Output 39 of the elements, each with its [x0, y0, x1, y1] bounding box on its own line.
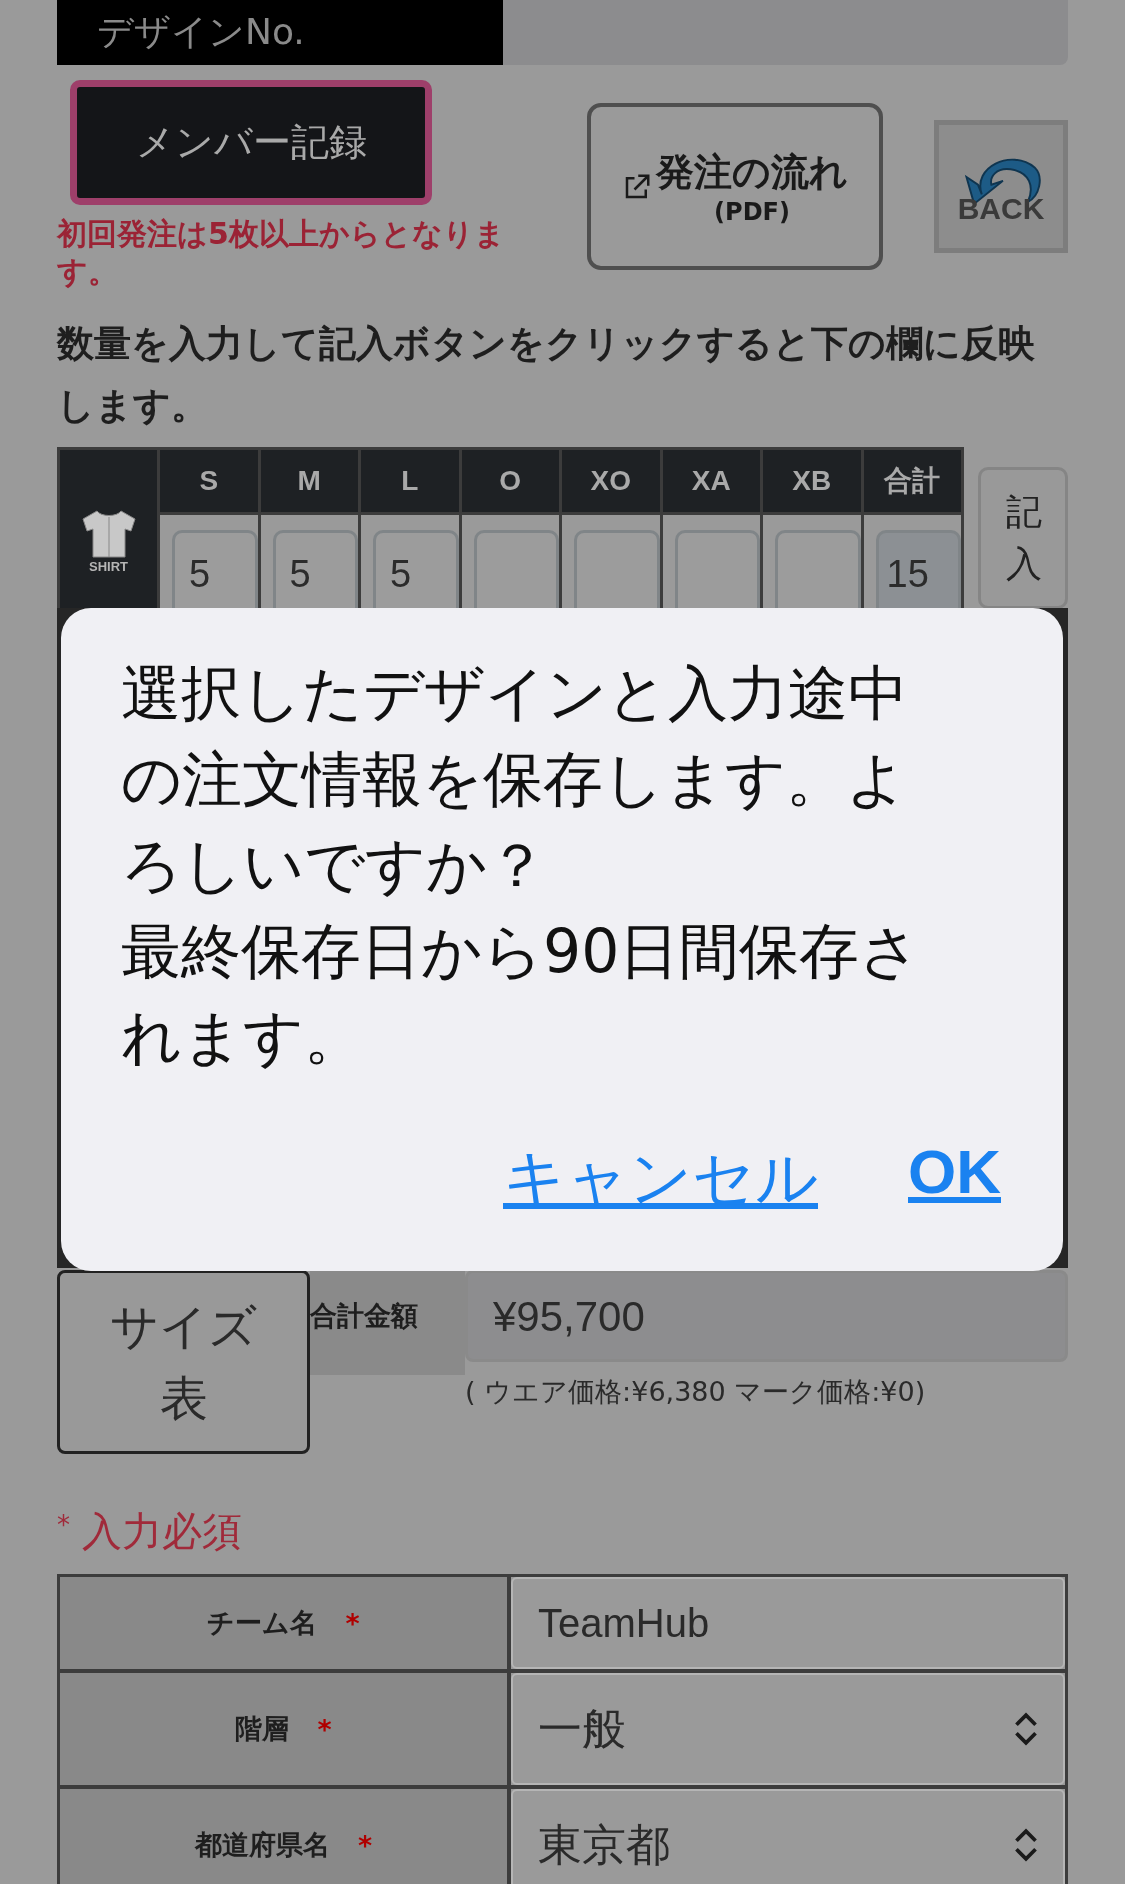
order-flow-button[interactable]: 発注の流れ (PDF) — [587, 103, 883, 270]
ok-button[interactable]: OK — [908, 1136, 1001, 1220]
order-flow-subtitle: (PDF) — [714, 198, 790, 226]
dialog-message: 最終保存日から90日間保存されます。 — [121, 915, 921, 1074]
back-button[interactable]: BACK — [934, 120, 1068, 253]
member-record-button[interactable]: メンバー記録 — [70, 80, 432, 205]
size-header: XO — [562, 450, 660, 512]
cancel-button[interactable]: キャンセル — [503, 1136, 818, 1220]
field-label: チーム名 — [207, 1606, 318, 1640]
required-mark: * — [345, 1607, 360, 1639]
enter-button[interactable]: 記入 — [978, 467, 1068, 609]
size-header: L — [361, 450, 459, 512]
size-chart-button[interactable]: サイズ表 — [57, 1270, 310, 1454]
team-name-field[interactable]: TeamHub — [511, 1577, 1065, 1669]
chevron-icon — [1013, 1827, 1039, 1863]
total-amount-field: ¥95,700 — [465, 1270, 1068, 1362]
select-field[interactable]: 一般 — [511, 1673, 1065, 1785]
field-label: 階層 — [235, 1712, 290, 1746]
size-header: XB — [763, 450, 861, 512]
size-header: XA — [662, 450, 760, 512]
size-header: S — [160, 450, 258, 512]
minimum-order-notice: 初回発注は5枚以上からとなります。 — [57, 215, 506, 291]
required-note: 入力必須 — [82, 1507, 242, 1556]
chevron-icon — [1013, 1711, 1039, 1747]
order-flow-title: 発注の流れ — [656, 149, 848, 196]
instruction-text: 数量を入力して記入ボタンをクリックすると下の欄に反映します。 — [57, 321, 1036, 429]
required-mark: * — [357, 1829, 373, 1861]
dialog-message: 選択したデザインと入力途中の注文情報を保存します。よろしいですか？ — [121, 657, 909, 902]
required-mark: * — [317, 1713, 332, 1745]
total-amount-label: 合計金額 — [310, 1270, 465, 1375]
item-label: SHIRT — [89, 558, 128, 574]
select-field[interactable]: 東京都 — [511, 1789, 1065, 1884]
size-header: O — [461, 450, 559, 512]
total-header: 合計 — [863, 450, 961, 512]
price-breakdown: ( ウエア価格:¥6,380 マーク価格:¥0) — [465, 1375, 927, 1409]
design-number-label: デザインNo. — [96, 10, 305, 54]
required-mark: * — [57, 1510, 70, 1540]
size-header: M — [260, 450, 358, 512]
field-label: 都道府県名 — [194, 1828, 330, 1862]
